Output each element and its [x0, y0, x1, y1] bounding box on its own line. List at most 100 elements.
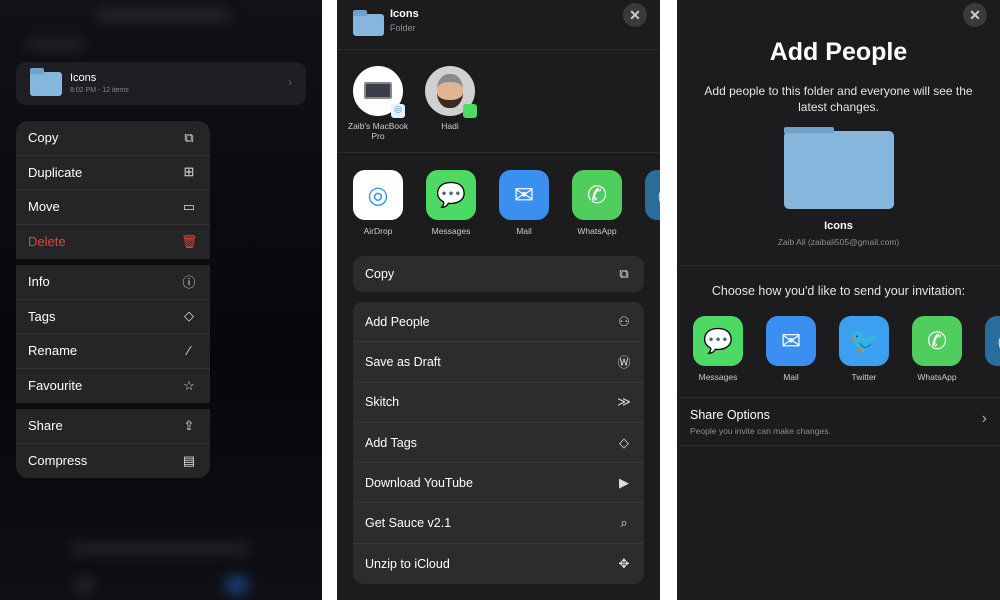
wo-icon: Ⓦ [985, 316, 1000, 366]
messages-icon: 💬 [426, 170, 476, 220]
skitch-icon: ≫ [617, 394, 631, 410]
chevron-right-icon: › [288, 75, 292, 89]
sheet-subtitle: Folder [390, 23, 416, 33]
app-whatsapp[interactable]: ✆ WhatsApp [572, 170, 622, 236]
share-options-subtitle: People you invite can make changes. [690, 426, 831, 436]
macbook-icon [364, 82, 392, 99]
app-mail[interactable]: ✉ Mail [499, 170, 549, 236]
airdrop-icon: ◎ [353, 170, 403, 220]
share-icon: ⇪ [183, 417, 195, 433]
app-label: Mail [516, 226, 532, 236]
pencil-icon: ⁄ [187, 343, 191, 359]
menu-item-label: Delete [28, 234, 66, 250]
app-label: AirDrop [363, 226, 393, 236]
app-whatsapp[interactable]: ✆ WhatsApp [912, 316, 962, 382]
action-label: Unzip to iCloud [365, 556, 450, 571]
person-hadi[interactable] [425, 66, 477, 118]
menu-item-copy[interactable]: Copy ⧉ [16, 121, 210, 156]
mail-icon: ✉ [766, 316, 816, 366]
action-get-sauce-v2-1[interactable]: Get Sauce v2.1 ⌕ [353, 503, 644, 544]
menu-item-label: Move [28, 199, 60, 215]
close-button[interactable]: ✕ [963, 3, 987, 27]
menu-item-label: Tags [28, 308, 56, 324]
menu-item-label: Share [28, 418, 63, 434]
app-messages[interactable]: 💬 Messages [426, 170, 476, 236]
folder-name: Icons [70, 72, 97, 84]
trash-icon: 🗑 [181, 233, 198, 249]
tag-icon: ◇ [184, 308, 194, 324]
action-add-tags[interactable]: Add Tags ◇ [353, 423, 644, 464]
menu-item-label: Compress [28, 453, 88, 469]
action-unzip-to-icloud[interactable]: Unzip to iCloud ✥ [353, 544, 644, 584]
person-label: Zaib's MacBook Pro [347, 121, 409, 141]
folder-icon [784, 127, 894, 209]
share-options-row[interactable]: Share Options People you invite can make… [677, 398, 1000, 445]
app-label: WhatsApp [917, 372, 957, 382]
menu-item-duplicate[interactable]: Duplicate ⊞ [16, 156, 210, 190]
menu-item-label: Copy [28, 130, 59, 146]
action-skitch[interactable]: Skitch ≫ [353, 383, 644, 423]
folder-icon [353, 10, 384, 36]
page-title: Add People [769, 38, 908, 66]
menu-item-label: Duplicate [28, 164, 83, 180]
folder-preview-card[interactable]: Icons 8:02 PM - 12 items › [16, 62, 306, 105]
move-arrows-icon: ✥ [618, 555, 630, 571]
divider [337, 152, 660, 153]
action-copy[interactable]: Copy ⧉ [353, 256, 644, 292]
folder-meta: 8:02 PM - 12 items [70, 87, 129, 94]
close-button[interactable]: ✕ [623, 3, 647, 27]
messages-icon: 💬 [693, 316, 743, 366]
action-download-youtube[interactable]: Download YouTube ▶ [353, 463, 644, 504]
divider [677, 445, 1000, 446]
menu-item-share[interactable]: Share ⇪ [16, 409, 210, 444]
app-wo[interactable]: ⓌWo [645, 170, 660, 236]
twitter-icon: 🐦 [839, 316, 889, 366]
actions-group: Add People ⚇ Save as Draft Ⓦ Skitch ≫ Add Tags… [353, 302, 644, 585]
chevron-right-icon: › [981, 410, 987, 427]
add-people-screen: ✕ Add People Add people to this folder a… [677, 0, 1000, 600]
menu-item-rename[interactable]: Rename ⁄ [16, 334, 210, 369]
action-label: Add People [365, 314, 430, 329]
action-label: Get Sauce v2.1 [365, 516, 452, 531]
mail-icon: ✉ [499, 170, 549, 220]
action-add-people[interactable]: Add People ⚇ [353, 302, 644, 343]
app-label: Messages [431, 226, 471, 236]
app-label: Wo [635, 226, 660, 236]
star-icon: ☆ [183, 377, 195, 393]
menu-item-label: Rename [28, 343, 78, 359]
menu-item-delete[interactable]: Delete 🗑 [16, 225, 210, 260]
action-label: Download YouTube [365, 475, 473, 490]
menu-item-compress[interactable]: Compress ▤ [16, 444, 210, 479]
app-label: Mail [783, 372, 799, 382]
context-menu: Copy ⧉ Duplicate ⊞ Move ▭ Delete 🗑 Info ⓘ Tags ◇ Ren… [16, 121, 210, 478]
blurred-tab-icon [75, 575, 95, 595]
folder-icon [30, 68, 62, 96]
whatsapp-icon: ✆ [912, 316, 962, 366]
app-twitter[interactable]: 🐦 Twitter [839, 316, 889, 382]
app-airdrop[interactable]: ◎ AirDrop [353, 170, 403, 236]
search-icon: ⌕ [620, 515, 628, 531]
app-label: Wo [975, 372, 1000, 382]
action-save-as-draft[interactable]: Save as Draft Ⓦ [353, 342, 644, 383]
app-mail[interactable]: ✉ Mail [766, 316, 816, 382]
tag-icon: ◇ [619, 434, 629, 450]
menu-item-info[interactable]: Info ⓘ [16, 265, 210, 300]
owner-email: Zaib Ali (zaibali505@gmail.com) [777, 237, 900, 247]
sheet-title: Icons [390, 8, 419, 20]
blurred-text [25, 40, 85, 50]
person-label: Hadi [441, 121, 459, 131]
description: Add people to this folder and everyone w… [704, 84, 973, 114]
menu-item-label: Favourite [28, 378, 83, 394]
menu-item-tags[interactable]: Tags ◇ [16, 300, 210, 334]
blurred-title [95, 8, 230, 22]
divider [677, 265, 1000, 266]
app-messages[interactable]: 💬 Messages [693, 316, 743, 382]
add-people-icon: ⚇ [618, 313, 630, 329]
app-label: WhatsApp [577, 226, 617, 236]
menu-item-favourite[interactable]: Favourite ☆ [16, 369, 210, 404]
menu-item-move[interactable]: Move ▭ [16, 190, 210, 225]
person-zaibs-macbook-pro[interactable]: ◎ [353, 66, 405, 118]
app-wo[interactable]: ⓌWo [985, 316, 1000, 382]
copy-group: Copy ⧉ [353, 256, 644, 292]
youtube-icon: ▶ [619, 474, 629, 490]
